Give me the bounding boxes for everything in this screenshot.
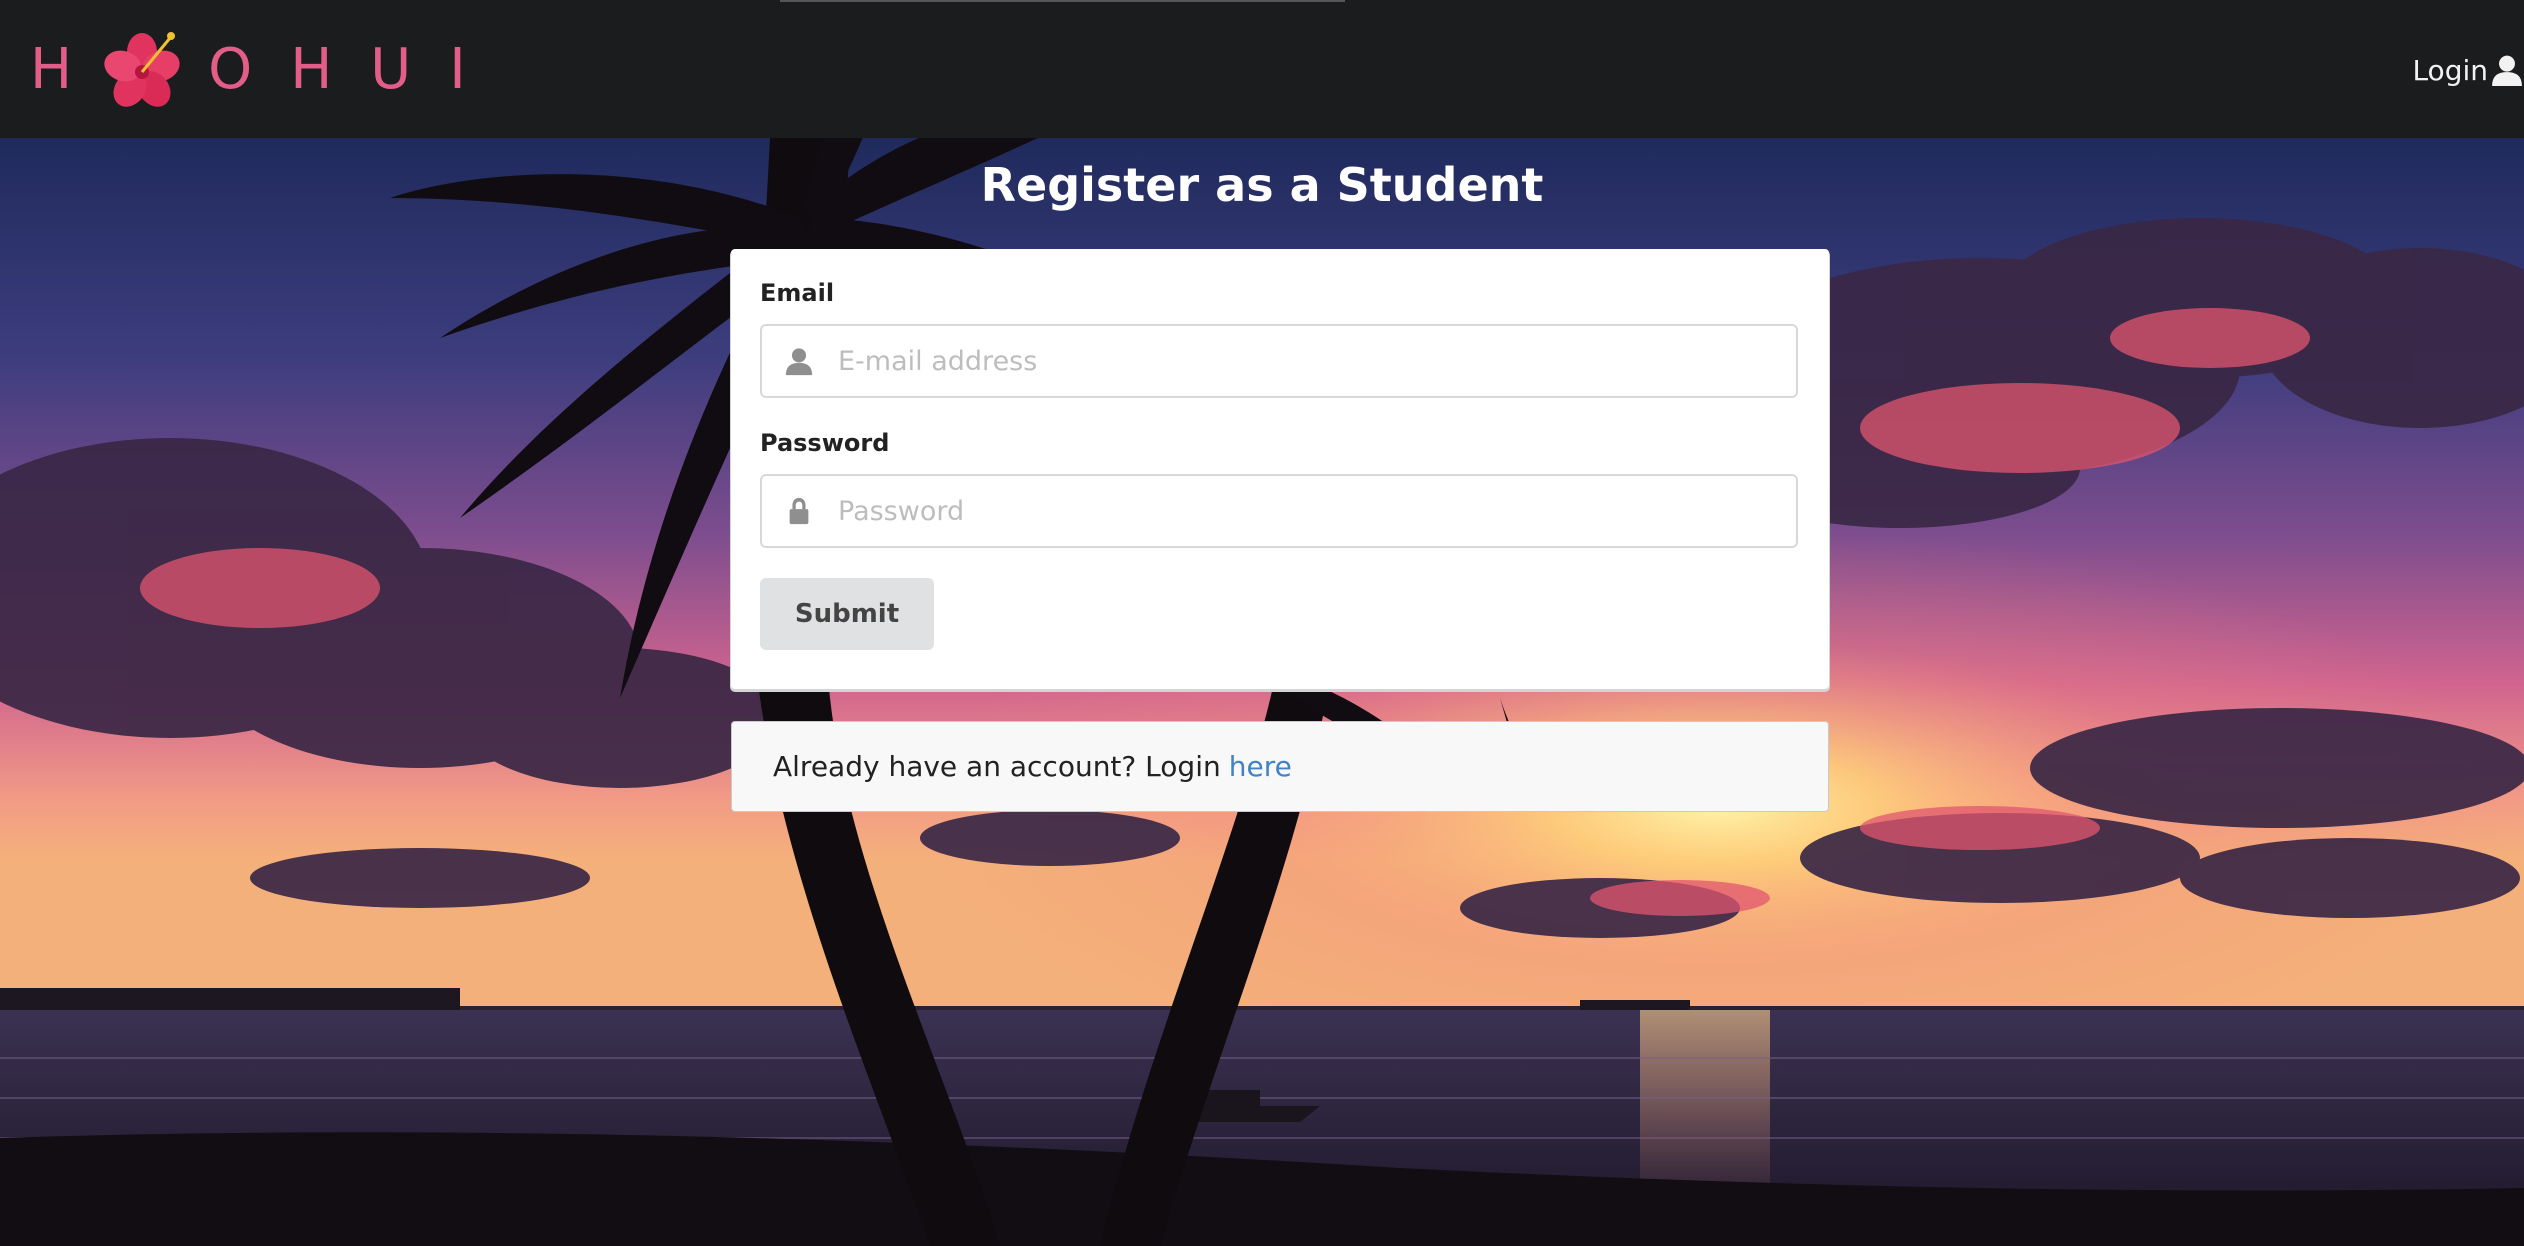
top-navbar: H O H U I Login [0,0,2524,140]
user-icon [2492,55,2522,86]
logo-letter: I [449,36,476,102]
logo-wordmark: O H U I [208,37,476,102]
logo-letter: H [290,36,343,102]
hibiscus-icon [104,32,180,107]
lock-icon [789,497,809,525]
email-field[interactable] [760,324,1798,398]
nav-login-link[interactable]: Login [2412,48,2524,92]
email-label: Email [760,279,835,307]
user-icon [785,348,813,376]
register-form: Email Password Submit [731,249,1829,689]
page-title: Register as a Student [980,158,1544,212]
submit-button[interactable]: Submit [760,578,934,650]
logo-letter: U [370,36,422,102]
logo-letter: O [208,36,263,102]
nav-login-label: Login [2412,53,2488,87]
login-prompt-text: Already have an account? Login [773,750,1221,783]
email-input[interactable] [836,344,1796,378]
password-field[interactable] [760,474,1798,548]
login-prompt-message: Already have an account? Login here [731,721,1829,812]
brand-logo[interactable]: H O H U I [30,28,476,110]
password-label: Password [760,429,890,457]
login-here-link[interactable]: here [1229,750,1292,783]
logo-letter: H [30,36,83,102]
password-input[interactable] [836,494,1796,528]
topbar-accent-line [780,0,1345,2]
